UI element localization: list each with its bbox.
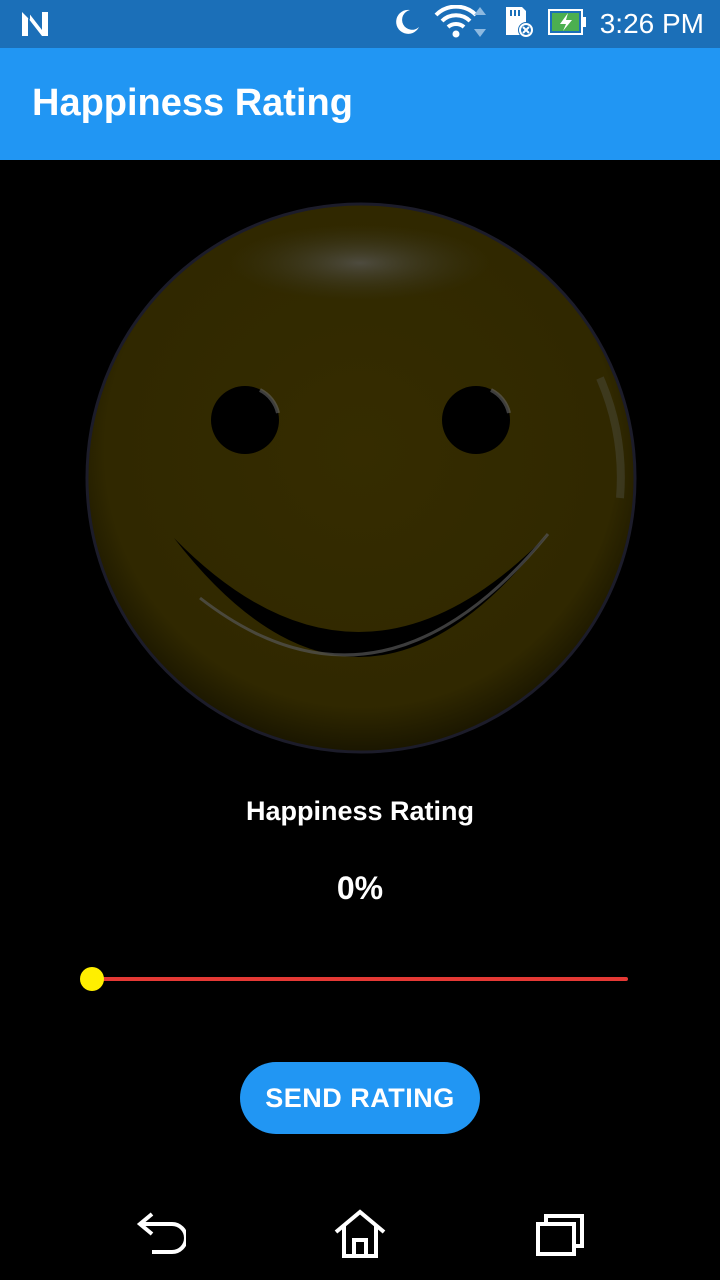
back-icon[interactable] — [130, 1206, 190, 1262]
send-rating-button[interactable]: SEND RATING — [240, 1062, 480, 1134]
main-content: Happiness Rating 0% SEND RATING — [0, 160, 720, 1190]
rating-value: 0% — [336, 870, 384, 906]
status-bar: 3:26 PM — [0, 0, 720, 48]
slider-track[interactable] — [92, 977, 628, 981]
nav-bar — [0, 1190, 720, 1280]
app-bar: Happiness Rating — [0, 48, 720, 160]
do-not-disturb-moon-icon — [392, 7, 422, 42]
app-title: Happiness Rating — [32, 82, 353, 124]
happiness-slider[interactable] — [80, 960, 640, 998]
rating-label: Happiness Rating — [245, 796, 475, 826]
recents-icon[interactable] — [530, 1206, 590, 1262]
notification-n-icon — [20, 10, 50, 43]
battery-charging-icon — [547, 8, 588, 41]
slider-thumb[interactable] — [80, 967, 104, 991]
sd-card-icon — [502, 5, 536, 44]
home-icon[interactable] — [330, 1206, 390, 1262]
wifi-icon — [434, 4, 490, 44]
status-time: 3:26 PM — [599, 8, 704, 39]
smiley-face-icon — [80, 198, 640, 758]
